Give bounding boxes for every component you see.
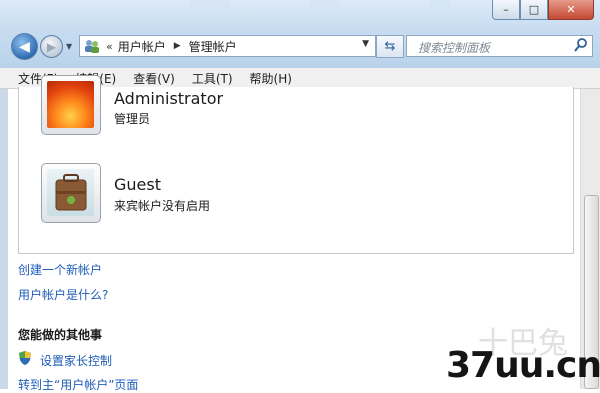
search-placeholder: 搜索控制面板 (418, 41, 491, 55)
window-controls: – □ ✕ (492, 0, 594, 20)
briefcase-icon (41, 163, 101, 223)
breadcrumb-user-accounts[interactable]: 用户帐户 (118, 38, 166, 55)
back-button[interactable]: ◀ (11, 33, 38, 60)
window-chrome: – □ ✕ ◀ ▶ ▼ « 用户帐户 ▶ 管理帐户 ▼ ⇆ 搜索控制面板 (0, 0, 600, 68)
address-overflow[interactable]: « (106, 40, 113, 53)
recent-pages-dropdown[interactable]: ▼ (66, 42, 76, 52)
menu-tools[interactable]: 工具(T) (192, 70, 233, 87)
menu-view[interactable]: 查看(V) (133, 70, 175, 87)
suitcase-graphic (55, 174, 87, 211)
back-arrow-icon: ◀ (19, 38, 30, 55)
menu-help[interactable]: 帮助(H) (250, 70, 292, 87)
accounts-list: Administrator 管理员 Guest 来宾帐户没有启用 (18, 75, 574, 254)
search-box[interactable]: 搜索控制面板 (406, 35, 593, 57)
account-type: 管理员 (114, 112, 151, 126)
account-status: 来宾帐户没有启用 (114, 199, 211, 213)
vertical-scrollbar[interactable] (580, 89, 600, 389)
forward-arrow-icon: ▶ (46, 39, 57, 54)
watermark-site: 37uu.cn (446, 345, 600, 386)
flower-icon (41, 75, 101, 135)
other-tasks-heading: 您能做的其他事 (18, 328, 103, 342)
refresh-icon: ⇆ (384, 39, 396, 54)
breadcrumb-manage-accounts[interactable]: 管理帐户 (189, 38, 237, 55)
what-is-account-link[interactable]: 用户帐户是什么? (18, 286, 108, 303)
maximize-button[interactable]: □ (520, 0, 548, 20)
minimize-button[interactable]: – (492, 0, 520, 20)
close-button[interactable]: ✕ (548, 0, 594, 20)
goto-main-accounts-link[interactable]: 转到主“用户帐户”页面 (18, 376, 138, 393)
search-icon[interactable] (574, 37, 588, 53)
forward-button[interactable]: ▶ (40, 35, 63, 58)
user-accounts-icon (85, 40, 99, 53)
address-dropdown-icon[interactable]: ▼ (362, 39, 369, 49)
parental-controls-link[interactable]: 设置家长控制 (40, 352, 112, 369)
create-account-link[interactable]: 创建一个新帐户 (18, 261, 102, 278)
account-name: Guest (114, 175, 161, 194)
refresh-button[interactable]: ⇆ (376, 35, 404, 58)
shield-icon (19, 351, 31, 365)
background-window-remnant (310, 0, 340, 10)
address-bar[interactable]: « 用户帐户 ▶ 管理帐户 ▼ (79, 35, 376, 57)
account-name: Administrator (114, 89, 224, 108)
background-window-remnant (190, 0, 230, 10)
breadcrumb-separator-icon[interactable]: ▶ (174, 41, 181, 51)
background-window-remnant (430, 0, 450, 10)
